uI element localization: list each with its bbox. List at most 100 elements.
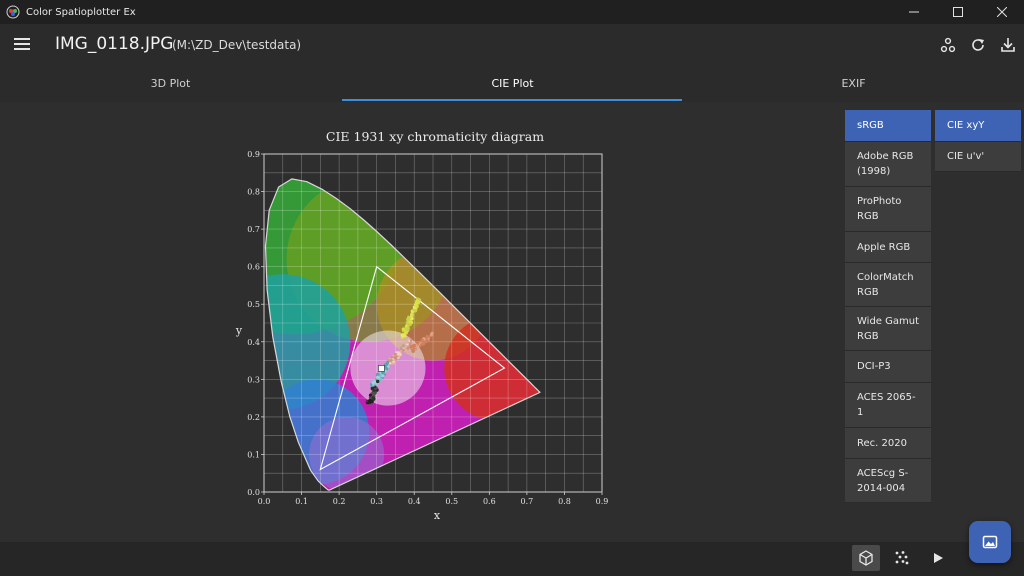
pixel-sample-point — [402, 330, 405, 333]
pixel-sample-point — [372, 389, 376, 392]
pixel-sample-point — [427, 337, 430, 340]
colorspace-item-acescg[interactable]: ACEScg S-2014-004 — [845, 459, 931, 503]
image-icon — [982, 535, 998, 549]
open-image-button[interactable] — [969, 521, 1011, 563]
pixel-sample-point — [394, 357, 398, 360]
pixel-sample-point — [407, 316, 411, 320]
x-tick-label: 0.7 — [521, 497, 534, 506]
scatter-view-button[interactable] — [888, 545, 916, 571]
pixel-sample-point — [414, 303, 419, 308]
x-tick-label: 0.6 — [483, 497, 496, 506]
file-path: (M:\ZD_Dev\testdata) — [172, 38, 302, 52]
header: IMG_0118.JPG (M:\ZD_Dev\testdata) — [0, 24, 1024, 66]
pixel-sample-point — [416, 342, 420, 345]
colorspace-item-rec2020[interactable]: Rec. 2020 — [845, 428, 931, 459]
chart-title: CIE 1931 xy chromaticity diagram — [326, 129, 544, 144]
pixel-sample-point — [376, 375, 380, 380]
y-tick-label: 0.9 — [247, 150, 260, 159]
y-tick-label: 0.6 — [247, 263, 260, 272]
colorspace-item-apple-rgb[interactable]: Apple RGB — [845, 232, 931, 263]
3d-view-button[interactable] — [852, 545, 880, 571]
pixel-sample-point — [401, 344, 405, 348]
diagram-item-cie-xyy[interactable]: CIE xyY — [935, 110, 1021, 142]
file-name: IMG_0118.JPG — [55, 34, 174, 54]
share-icon — [940, 37, 956, 53]
play-button[interactable] — [924, 545, 952, 571]
pixel-sample-point — [409, 339, 413, 342]
colorspace-item-prophoto-rgb[interactable]: ProPhoto RGB — [845, 187, 931, 232]
y-tick-label: 0.1 — [247, 450, 260, 459]
tab-3d-plot[interactable]: 3D Plot — [0, 66, 341, 100]
diagram-item-cie-uv[interactable]: CIE u'v' — [935, 142, 1021, 172]
x-tick-label: 0.9 — [596, 497, 609, 506]
x-tick-label: 0.8 — [558, 497, 571, 506]
locus-fill-blob — [444, 315, 540, 421]
x-tick-label: 0.5 — [445, 497, 458, 506]
pixel-sample-point — [375, 386, 379, 390]
pixel-sample-point — [371, 380, 376, 385]
y-tick-label: 0.2 — [247, 413, 260, 422]
refresh-button[interactable] — [968, 35, 988, 55]
pixel-sample-point — [430, 331, 434, 335]
close-button[interactable] — [980, 0, 1024, 24]
y-tick-label: 0.7 — [247, 225, 260, 234]
pixel-sample-point — [410, 317, 414, 321]
colorspace-item-wide-gamut-rgb[interactable]: Wide Gamut RGB — [845, 307, 931, 351]
pixel-sample-point — [384, 362, 389, 367]
pixel-sample-point — [368, 393, 372, 397]
download-button[interactable] — [998, 35, 1018, 55]
y-tick-label: 0.4 — [247, 338, 260, 347]
download-icon — [1001, 38, 1015, 52]
active-tab-indicator — [342, 99, 682, 101]
pixel-sample-point — [388, 361, 392, 365]
tab-exif[interactable]: EXIF — [683, 66, 1024, 100]
pixel-sample-point — [385, 367, 389, 371]
close-icon — [997, 7, 1007, 17]
y-axis-label: y — [235, 324, 243, 337]
pixel-sample-point — [406, 346, 410, 350]
pixel-sample-point — [419, 344, 422, 348]
colorspace-list: sRGB Adobe RGB (1998) ProPhoto RGB Apple… — [845, 110, 931, 503]
cie-chromaticity-chart: 0.0 0.1 0.2 0.3 0.4 0.5 0.6 0.7 0.8 0.9 0.0 0.1 0.2 0… — [235, 129, 609, 522]
pixel-sample-point — [402, 348, 405, 352]
colorspace-item-aces-2065[interactable]: ACES 2065-1 — [845, 383, 931, 428]
colorspace-item-dci-p3[interactable]: DCI-P3 — [845, 351, 931, 383]
pixel-sample-point — [420, 338, 424, 342]
x-tick-label: 0.3 — [370, 497, 383, 506]
pixel-sample-point — [415, 300, 419, 304]
maximize-icon — [953, 7, 963, 17]
tab-cie-plot[interactable]: CIE Plot — [342, 66, 683, 100]
hamburger-menu-icon[interactable] — [14, 37, 30, 51]
pixel-sample-point — [396, 351, 401, 356]
minimize-icon — [909, 11, 919, 13]
x-axis-label: x — [434, 509, 441, 522]
pixel-sample-point — [393, 358, 396, 362]
scatter-dots-icon — [895, 551, 909, 565]
y-tick-label: 0.8 — [247, 188, 260, 197]
pixel-sample-point — [381, 374, 385, 378]
pixel-sample-point — [404, 339, 409, 344]
refresh-icon — [972, 39, 984, 51]
pixel-sample-point — [408, 320, 412, 324]
pixel-sample-point — [401, 333, 406, 337]
title-bar: Color Spatioplotter Ex — [0, 0, 1024, 24]
pixel-sample-point — [411, 314, 414, 318]
x-tick-label: 0.2 — [333, 497, 346, 506]
share-button[interactable] — [938, 35, 958, 55]
colorspace-item-srgb[interactable]: sRGB — [845, 110, 931, 142]
x-tick-label: 0.4 — [408, 497, 421, 506]
play-icon — [934, 553, 943, 563]
pixel-sample-point — [406, 326, 410, 331]
app-title: Color Spatioplotter Ex — [26, 6, 136, 18]
y-tick-label: 0.5 — [247, 300, 260, 309]
colorspace-item-colormatch-rgb[interactable]: ColorMatch RGB — [845, 263, 931, 307]
colorspace-item-adobe-rgb[interactable]: Adobe RGB (1998) — [845, 142, 931, 187]
minimize-button[interactable] — [892, 0, 936, 24]
diagram-type-list: CIE xyY CIE u'v' — [935, 110, 1021, 172]
app-logo-icon — [6, 5, 20, 19]
x-tick-label: 0.0 — [258, 497, 271, 506]
pixel-sample-point — [370, 400, 374, 404]
maximize-button[interactable] — [936, 0, 980, 24]
pixel-sample-point — [371, 396, 376, 401]
main-content: 0.0 0.1 0.2 0.3 0.4 0.5 0.6 0.7 0.8 0.9 0.0 0.1 0.2 0… — [0, 102, 1024, 542]
